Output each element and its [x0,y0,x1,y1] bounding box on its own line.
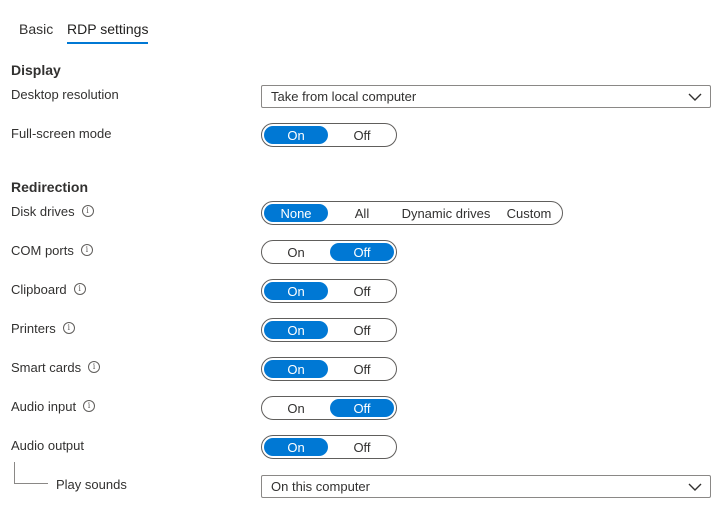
clipboard-label-text: Clipboard [11,281,67,297]
fullscreen-mode-toggle[interactable]: On Off [261,123,397,147]
chevron-down-icon [688,483,702,491]
printers-label: Printers i [11,319,75,337]
fullscreen-on-option[interactable]: On [264,126,328,144]
audio-output-on-option[interactable]: On [264,438,328,456]
fullscreen-off-option[interactable]: Off [330,126,394,144]
desktop-resolution-value: Take from local computer [271,89,417,104]
smart-cards-label: Smart cards i [11,358,101,376]
audio-input-on-option[interactable]: On [264,399,328,417]
com-ports-label-text: COM ports [11,242,74,258]
fullscreen-mode-label-text: Full-screen mode [11,125,112,141]
com-ports-label: COM ports i [11,241,93,259]
desktop-resolution-dropdown[interactable]: Take from local computer [261,85,711,108]
info-icon[interactable]: i [73,283,86,295]
desktop-resolution-label-text: Desktop resolution [11,86,119,102]
disk-drives-label: Disk drives i [11,202,94,220]
audio-output-toggle[interactable]: On Off [261,435,397,459]
audio-input-toggle[interactable]: On Off [261,396,397,420]
printers-label-text: Printers [11,320,56,336]
active-tab-indicator [67,42,148,44]
com-ports-off-option[interactable]: Off [330,243,394,261]
clipboard-on-option[interactable]: On [264,282,328,300]
tree-connector-line [14,462,48,484]
disk-drives-toggle[interactable]: None All Dynamic drives Custom [261,201,563,225]
audio-output-label-text: Audio output [11,437,85,453]
clipboard-off-option[interactable]: Off [330,282,394,300]
info-icon[interactable]: i [81,205,94,217]
play-sounds-dropdown[interactable]: On this computer [261,475,711,498]
fullscreen-mode-label: Full-screen mode [11,124,111,142]
disk-drives-custom-option[interactable]: Custom [498,204,560,222]
info-icon[interactable]: i [62,322,75,334]
info-icon[interactable]: i [88,361,101,373]
tab-rdp-settings[interactable]: RDP settings [67,21,148,37]
play-sounds-label-text: Play sounds [56,476,127,492]
smart-cards-off-option[interactable]: Off [330,360,394,378]
disk-drives-label-text: Disk drives [11,203,75,219]
info-icon[interactable]: i [83,400,96,412]
tab-basic[interactable]: Basic [19,21,53,37]
info-icon[interactable]: i [80,244,93,256]
audio-input-label-text: Audio input [11,398,77,414]
disk-drives-all-option[interactable]: All [330,204,394,222]
redirection-section-title: Redirection [11,179,89,195]
audio-output-label: Audio output [11,436,84,454]
audio-input-off-option[interactable]: Off [330,399,394,417]
desktop-resolution-label: Desktop resolution [11,85,119,103]
printers-off-option[interactable]: Off [330,321,394,339]
chevron-down-icon [688,93,702,101]
display-section-title: Display [11,62,61,78]
disk-drives-none-option[interactable]: None [264,204,328,222]
printers-toggle[interactable]: On Off [261,318,397,342]
audio-input-label: Audio input i [11,397,96,415]
clipboard-label: Clipboard i [11,280,86,298]
com-ports-toggle[interactable]: On Off [261,240,397,264]
smart-cards-on-option[interactable]: On [264,360,328,378]
play-sounds-value: On this computer [271,479,370,494]
printers-on-option[interactable]: On [264,321,328,339]
smart-cards-toggle[interactable]: On Off [261,357,397,381]
play-sounds-label: Play sounds [56,475,127,493]
clipboard-toggle[interactable]: On Off [261,279,397,303]
audio-output-off-option[interactable]: Off [330,438,394,456]
smart-cards-label-text: Smart cards [11,359,82,375]
com-ports-on-option[interactable]: On [264,243,328,261]
disk-drives-dynamic-option[interactable]: Dynamic drives [396,204,496,222]
